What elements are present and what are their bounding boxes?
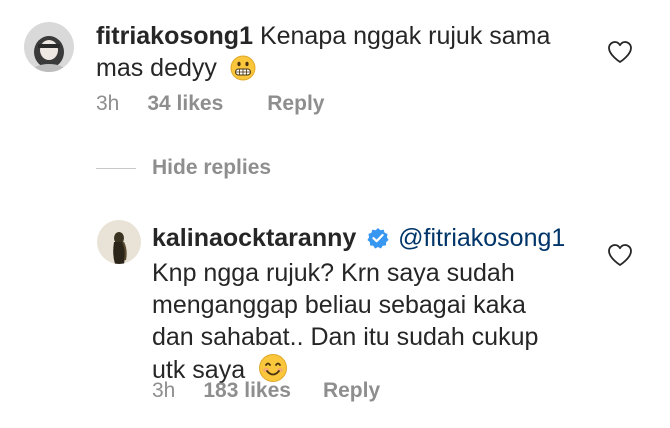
grimacing-face-icon — [230, 55, 256, 89]
reply-likes[interactable]: 183 likes — [203, 379, 291, 403]
like-heart-icon[interactable] — [607, 40, 633, 64]
comment-time: 3h — [96, 92, 120, 115]
verified-badge-icon — [367, 225, 389, 257]
avatar[interactable] — [24, 22, 74, 72]
reply-mention-link[interactable]: @fitriakosong1 — [398, 224, 565, 252]
comment-meta: 3h 34 likes Reply — [96, 92, 324, 116]
reply-text-line1: Knp ngga rujuk? Krn saya sudah — [152, 259, 515, 287]
comment-likes[interactable]: 34 likes — [147, 92, 223, 116]
reply-reply-button[interactable]: Reply — [323, 379, 380, 403]
hide-replies-label[interactable]: Hide replies — [152, 156, 271, 180]
reply-username[interactable]: kalinaocktaranny — [152, 224, 356, 252]
reply-time: 3h — [152, 379, 176, 402]
avatar[interactable] — [97, 220, 141, 264]
comment-username[interactable]: fitriakosong1 — [96, 22, 253, 50]
reply-body: kalinaocktaranny @fitriakosong1 Knp ngga… — [152, 222, 565, 391]
divider-line — [96, 167, 136, 169]
comment-body: fitriakosong1 Kenapa nggak rujuk sama ma… — [96, 20, 550, 89]
hide-replies-toggle[interactable]: Hide replies — [96, 156, 271, 180]
like-heart-icon[interactable] — [607, 243, 633, 267]
reply-meta: 3h 183 likes Reply — [152, 379, 380, 403]
reply-text-line3: dan sahabat.. Dan itu sudah cukup — [152, 323, 539, 351]
reply-text-line2: menganggap beliau sebagai kaka — [152, 291, 526, 319]
comment-reply-button[interactable]: Reply — [267, 92, 324, 116]
comment-text-line2: mas dedyy — [96, 54, 217, 82]
comment-text-line1: Kenapa nggak rujuk sama — [259, 22, 551, 50]
